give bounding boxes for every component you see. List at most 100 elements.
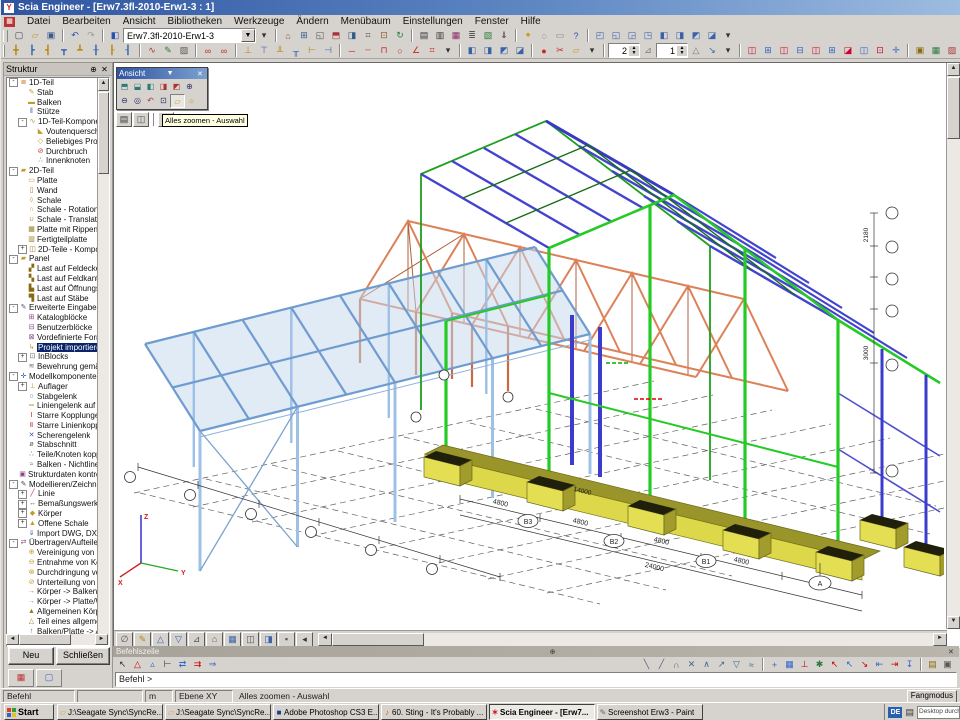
layout-icon[interactable]: ◱ <box>312 29 328 43</box>
snap-perpendicular-icon[interactable]: ⊥ <box>797 658 812 671</box>
structure-tool-6-icon[interactable]: ╂ <box>88 44 104 58</box>
grid-toggle-icon[interactable]: ⌗ <box>360 29 376 43</box>
tree-item-stabschnitt[interactable]: øStabschnitt <box>7 440 109 450</box>
vp-shade-icon[interactable]: ◨ <box>260 632 277 647</box>
hatch-tool-icon[interactable]: ▨ <box>176 44 192 58</box>
snap-parallel-icon[interactable]: ╱ <box>654 658 669 671</box>
zoom-document-icon[interactable]: ◌ <box>536 29 552 43</box>
language-indicator[interactable]: DE <box>888 707 902 718</box>
menu-bibliotheken[interactable]: Bibliotheken <box>162 15 228 28</box>
struktur-panel-titlebar[interactable]: Struktur ⊕ ✕ <box>4 63 112 76</box>
menu--ndern[interactable]: Ändern <box>290 15 334 28</box>
select-single-icon[interactable]: ● <box>536 44 552 58</box>
viewport-window-3-icon[interactable]: ◩ <box>496 44 512 58</box>
taskbar-task-4[interactable]: ♪60. Sting - It's Probably ... <box>381 704 487 720</box>
tree-item-innenknoten[interactable]: ∴Innenknoten <box>7 156 109 166</box>
project-settings-icon[interactable]: ⌂ <box>280 29 296 43</box>
clip-box-icon[interactable]: ⊡ <box>376 29 392 43</box>
schliessen-button[interactable]: Schließen <box>56 647 110 665</box>
tree-item-2d-teil[interactable]: -▰2D-Teil <box>7 166 109 176</box>
tree-item-balken[interactable]: ▬Balken <box>7 98 109 108</box>
neu-button[interactable]: Neu <box>8 647 54 665</box>
tree-item-scherengelenk[interactable]: ✕Scherengelenk <box>7 431 109 441</box>
tree-item-voutenquerschnit[interactable]: ◣Voutenquerschnit <box>7 127 109 137</box>
view-window-8-icon[interactable]: ◪ <box>704 29 720 43</box>
tree-item-beliebiges-profil[interactable]: ◇Beliebiges Profil <box>7 137 109 147</box>
copy-view-icon[interactable]: ◫ <box>133 112 149 127</box>
load-panel-7-icon[interactable]: ◪ <box>840 44 856 58</box>
fangmodus-button[interactable]: Fangmodus <box>907 690 957 703</box>
support-tool-5-icon[interactable]: ⊢ <box>304 44 320 58</box>
tree-item-schale-rotationsfläc[interactable]: ∩Schale - Rotationsfläc <box>7 205 109 215</box>
collapse-icon[interactable]: - <box>9 304 18 313</box>
structure-tool-7-icon[interactable]: ┠ <box>104 44 120 58</box>
vp-dot-icon[interactable]: ▪ <box>278 632 295 647</box>
tree-item-körper-platte-wan[interactable]: →Körper -> Platte/Wan <box>7 597 109 607</box>
panel-tab-window[interactable]: ▢ <box>36 669 62 687</box>
tree-item-katalogblöcke[interactable]: ⊞Katalogblöcke <box>7 313 109 323</box>
viewport-window-2-icon[interactable]: ◨ <box>480 44 496 58</box>
snap-peak-icon[interactable]: ∧ <box>699 658 714 671</box>
zoom-rect-icon[interactable]: ⊕ <box>183 80 196 92</box>
collapse-icon[interactable]: - <box>9 78 18 87</box>
expand-icon[interactable]: + <box>18 382 27 391</box>
clean-icon[interactable]: ▭ <box>552 29 568 43</box>
palette-dropdown-icon[interactable]: ▼ <box>165 70 175 77</box>
picture-print-icon[interactable]: ▨ <box>944 44 960 58</box>
dock-close-icon[interactable]: ✕ <box>946 648 956 656</box>
snap-start-icon[interactable]: ⇤ <box>872 658 887 671</box>
spinner-arrows-icon[interactable]: ▲▼ <box>629 46 639 56</box>
help-what-icon[interactable]: ? <box>568 29 584 43</box>
cursor-select-2-icon[interactable]: ↖ <box>842 658 857 671</box>
tree-item-stab[interactable]: ✎Stab <box>7 88 109 98</box>
taskbar-task-5[interactable]: ✶Scia Engineer - [Erw7... <box>489 704 595 720</box>
tree-item-allgemeinen-körper-in[interactable]: ▲Allgemeinen Körper in <box>7 607 109 617</box>
expand-icon[interactable]: + <box>18 353 27 362</box>
zoom-out-icon[interactable]: ⊖ <box>118 94 131 106</box>
draw-dashed-icon[interactable]: ┄ <box>360 44 376 58</box>
load-panel-8-icon[interactable]: ◫ <box>856 44 872 58</box>
scrollbar-thumb[interactable] <box>98 92 109 174</box>
panel-tab-structure[interactable]: ▦ <box>8 669 34 687</box>
view-window-7-icon[interactable]: ◩ <box>688 29 704 43</box>
taskbar-task-3[interactable]: ■Adobe Photoshop CS3 E... <box>273 704 379 720</box>
tree-item-unterteilung-von-körp[interactable]: ⊘Unterteilung von Körp <box>7 578 109 588</box>
split-view-icon[interactable]: ◨ <box>344 29 360 43</box>
vp-collapse-icon[interactable]: ◂ <box>296 632 313 647</box>
more-tools-icon[interactable]: ▾ <box>720 29 736 43</box>
unlock-icon[interactable]: ✦ <box>520 29 536 43</box>
tree-item-übertragen-aufteilen-ver[interactable]: -⇄Übertragen/Aufteilen/Ver <box>7 538 109 548</box>
tables-icon[interactable]: ⊞ <box>296 29 312 43</box>
zoom-window-icon[interactable]: ⊡ <box>157 94 170 106</box>
save-project-icon[interactable]: ▣ <box>43 29 59 43</box>
tree-item-vereinigung-von-körp[interactable]: ⊕Vereinigung von Körp <box>7 548 109 558</box>
view-top-icon[interactable]: ⬒ <box>118 80 131 92</box>
menu-men-baum[interactable]: Menübaum <box>335 15 397 28</box>
toolbar-grip[interactable] <box>3 30 8 42</box>
scroll-right-icon[interactable]: ► <box>95 634 108 645</box>
picture-icon[interactable]: ▧ <box>480 29 496 43</box>
collapse-icon[interactable]: - <box>9 255 18 264</box>
select-more-icon[interactable]: ▾ <box>584 44 600 58</box>
tree-item-wand[interactable]: ▯Wand <box>7 186 109 196</box>
printer-tray-icon[interactable]: ▤ <box>905 707 914 718</box>
menu-datei[interactable]: Datei <box>21 15 56 28</box>
vp-angle-icon[interactable]: ⊿ <box>188 632 205 647</box>
view-window-2-icon[interactable]: ◱ <box>608 29 624 43</box>
view-side-icon[interactable]: ◧ <box>144 80 157 92</box>
structure-tool-3-icon[interactable]: ┫ <box>40 44 56 58</box>
tree-horizontal-scrollbar[interactable]: ◄ ► <box>6 634 108 645</box>
scrollbar-thumb[interactable] <box>19 634 71 645</box>
draw-angle-icon[interactable]: ∠ <box>408 44 424 58</box>
snap-end-icon[interactable]: ⇥ <box>887 658 902 671</box>
cmd-end-icon[interactable]: ⊢ <box>160 658 175 671</box>
view-axo-icon[interactable]: ◩ <box>170 80 183 92</box>
load-panel-4-icon[interactable]: ⊟ <box>792 44 808 58</box>
snap-triangle-icon[interactable]: ▽ <box>729 658 744 671</box>
view-window-3-icon[interactable]: ◲ <box>624 29 640 43</box>
tree-item-vordefinierte-formen[interactable]: ⊠Vordefinierte Formen <box>7 333 109 343</box>
tree-item-stütze[interactable]: ‖Stütze <box>7 107 109 117</box>
project-combobox[interactable]: Erw7.3fl-2010-Erw1-3 ▼ <box>123 28 256 43</box>
tree-item-starre-kopplungen[interactable]: ⅠStarre Kopplungen <box>7 411 109 421</box>
scroll-up-icon[interactable]: ▲ <box>947 63 960 76</box>
